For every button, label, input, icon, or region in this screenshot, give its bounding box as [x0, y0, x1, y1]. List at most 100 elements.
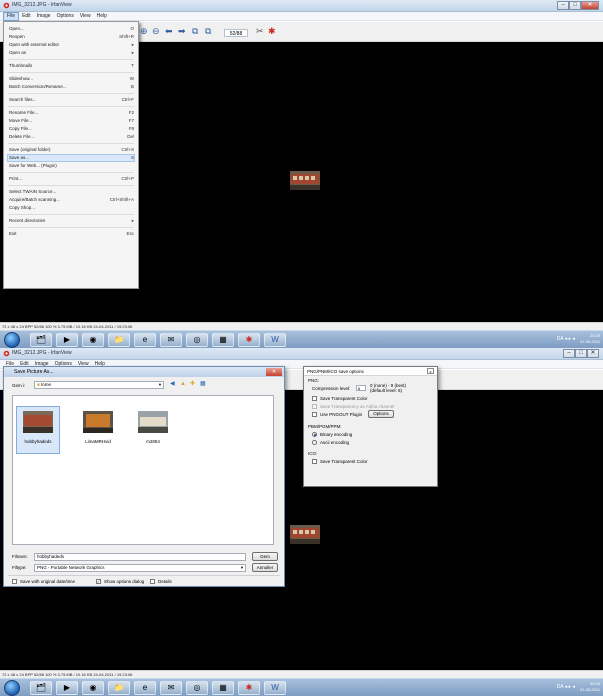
menu-view[interactable]: View [77, 12, 94, 21]
spreadsheet-icon[interactable]: ▦ [212, 333, 234, 347]
menu-item-open-as[interactable]: Open as ▸ [9, 49, 134, 57]
menu-item-batch-conversion[interactable]: Batch Conversion/Rename... B [9, 83, 134, 91]
menu-item-delete-file[interactable]: Delete File... Del [9, 133, 134, 141]
cancel-button[interactable]: Annuller [252, 563, 278, 572]
irfanview-task-icon[interactable]: ✱ [238, 681, 260, 695]
start-button[interactable] [4, 680, 20, 696]
media-player-icon[interactable]: ▶ [56, 333, 78, 347]
copy-icon[interactable]: ⧉ [192, 26, 198, 37]
mail-icon[interactable]: ✉ [160, 333, 182, 347]
word-icon[interactable]: W [264, 681, 286, 695]
menu-item-save-for-web[interactable]: Save for Web... (Plugin) [9, 162, 134, 170]
previous-icon[interactable]: ⬅ [165, 26, 173, 37]
clock[interactable]: 20:26 01-05-2011 [580, 681, 600, 693]
minimize-button[interactable]: – [557, 1, 569, 10]
mail-icon[interactable]: ✉ [160, 681, 182, 695]
save-alpha-checkbox[interactable] [312, 404, 317, 409]
start-button[interactable] [4, 332, 20, 348]
ascii-encoding-radio[interactable] [312, 440, 317, 445]
menu-file[interactable]: File [3, 11, 20, 21]
save-alpha-label: Save Transparency as Alpha channel [320, 404, 395, 409]
ico-transparent-checkbox[interactable] [312, 459, 317, 464]
up-folder-icon[interactable]: ▲ [180, 381, 186, 388]
compression-input[interactable]: 6 [356, 385, 366, 391]
pngout-checkbox[interactable] [312, 412, 317, 417]
menu-help[interactable]: Help [94, 12, 110, 21]
menu-item-copy-file[interactable]: Copy File... F8 [9, 125, 134, 133]
filetype-dropdown[interactable]: PNG - Portable Network Graphics ▼ [34, 564, 246, 572]
save-transparent-label: Save Transparent Color [320, 396, 368, 401]
word-icon[interactable]: W [264, 333, 286, 347]
save-button[interactable]: Gem [252, 552, 278, 561]
clock[interactable]: 20:25 01-05-2011 [580, 333, 600, 345]
menu-item-open-external[interactable]: Open with external editor ▸ [9, 41, 134, 49]
internet-explorer-icon[interactable]: e [134, 681, 156, 695]
menu-item-move-file[interactable]: Move File... F7 [9, 117, 134, 125]
save-transparent-checkbox[interactable] [312, 396, 317, 401]
irfanview-task-icon[interactable]: ✱ [238, 333, 260, 347]
zoom-in-icon[interactable]: ⊕ [140, 26, 148, 37]
next-icon[interactable]: ➡ [178, 26, 186, 37]
file-thumbnail[interactable] [83, 411, 113, 433]
menu-edit[interactable]: Edit [19, 12, 34, 21]
menu-item-slideshow[interactable]: Slideshow... W [9, 75, 134, 83]
menu-item-reopen[interactable]: Reopen Shift+R [9, 33, 134, 41]
location-dropdown[interactable]: ■ tome ▼ [34, 381, 164, 389]
file-list[interactable]: hobbyhadeds LimaMRHvid m2854 [12, 395, 274, 545]
close-button[interactable]: ✕ [581, 1, 599, 10]
menu-item-label: Reopen [9, 34, 25, 39]
file-thumbnail[interactable] [138, 411, 168, 433]
folder-icon[interactable]: 📁 [108, 681, 130, 695]
dialog-close-button[interactable]: ✕ [266, 368, 282, 376]
menu-image[interactable]: Image [34, 12, 54, 21]
settings-icon[interactable]: ✂ [256, 26, 264, 37]
close-button[interactable]: ✕ [587, 349, 599, 358]
spreadsheet-icon[interactable]: ▦ [212, 681, 234, 695]
paste-icon[interactable]: ⧉ [205, 26, 211, 37]
menu-item-select-twain[interactable]: Select TWAIN Source... [9, 188, 134, 196]
file-name[interactable]: LimaMRHvid [78, 439, 118, 444]
new-folder-icon[interactable]: ✚ [190, 381, 195, 388]
menu-options[interactable]: Options [54, 12, 77, 21]
menu-item-rename-file[interactable]: Rename File... F2 [9, 109, 134, 117]
browser-icon[interactable]: ◎ [186, 681, 208, 695]
folder-icon[interactable]: 📁 [108, 333, 130, 347]
pngout-options-button[interactable]: Options [368, 410, 394, 418]
menu-item-save-as[interactable]: Save as... S [7, 154, 135, 162]
binary-encoding-radio[interactable] [312, 432, 317, 437]
file-thumbnail[interactable] [23, 411, 53, 433]
file-name[interactable]: hobbyhadeds [18, 439, 58, 444]
minimize-button[interactable]: – [563, 349, 575, 358]
menu-item-print[interactable]: Print... Ctrl+P [9, 175, 134, 183]
chrome-icon[interactable]: ◉ [82, 333, 104, 347]
explorer-icon[interactable]: 🗂 [30, 681, 52, 695]
internet-explorer-icon[interactable]: e [134, 333, 156, 347]
location-label: Gem i: [12, 383, 26, 388]
show-options-checkbox[interactable]: ✓ [96, 579, 101, 584]
options-close-button[interactable]: x [427, 368, 434, 374]
menu-item-save-original[interactable]: Save (original folder) Ctrl+S [9, 146, 134, 154]
filename-input[interactable]: hobbyhadeds [34, 553, 246, 561]
back-icon[interactable]: ◀ [170, 381, 175, 388]
explorer-icon[interactable]: 🗂 [30, 333, 52, 347]
menu-item-open[interactable]: Open... O [9, 25, 134, 33]
view-menu-icon[interactable]: ▦ [200, 381, 206, 388]
menu-item-exit[interactable]: Exit Esc [9, 230, 134, 238]
media-player-icon[interactable]: ▶ [56, 681, 78, 695]
save-original-date-checkbox[interactable] [12, 579, 17, 584]
system-tray[interactable]: DA ◂ ▸ ◂ [557, 336, 575, 342]
system-tray[interactable]: DA ◂ ▸ ◂ [557, 684, 575, 690]
chrome-icon[interactable]: ◉ [82, 681, 104, 695]
irfanview-cat-icon[interactable]: ✱ [268, 26, 276, 37]
details-checkbox[interactable] [150, 579, 155, 584]
menu-item-recent-directories[interactable]: Recent directories ▸ [9, 217, 134, 225]
file-name[interactable]: m2854 [133, 439, 173, 444]
menu-item-thumbnails[interactable]: Thumbnails T [9, 62, 134, 70]
maximize-button[interactable]: □ [569, 1, 581, 10]
zoom-out-icon[interactable]: ⊖ [152, 26, 160, 37]
menu-item-search-files[interactable]: Search files... Ctrl+F [9, 96, 134, 104]
menu-item-acquire-scan[interactable]: Acquire/Batch scanning... Ctrl+Shift+A [9, 196, 134, 204]
menu-item-copy-shop[interactable]: Copy Shop... [9, 204, 134, 212]
maximize-button[interactable]: □ [575, 349, 587, 358]
browser-icon[interactable]: ◎ [186, 333, 208, 347]
